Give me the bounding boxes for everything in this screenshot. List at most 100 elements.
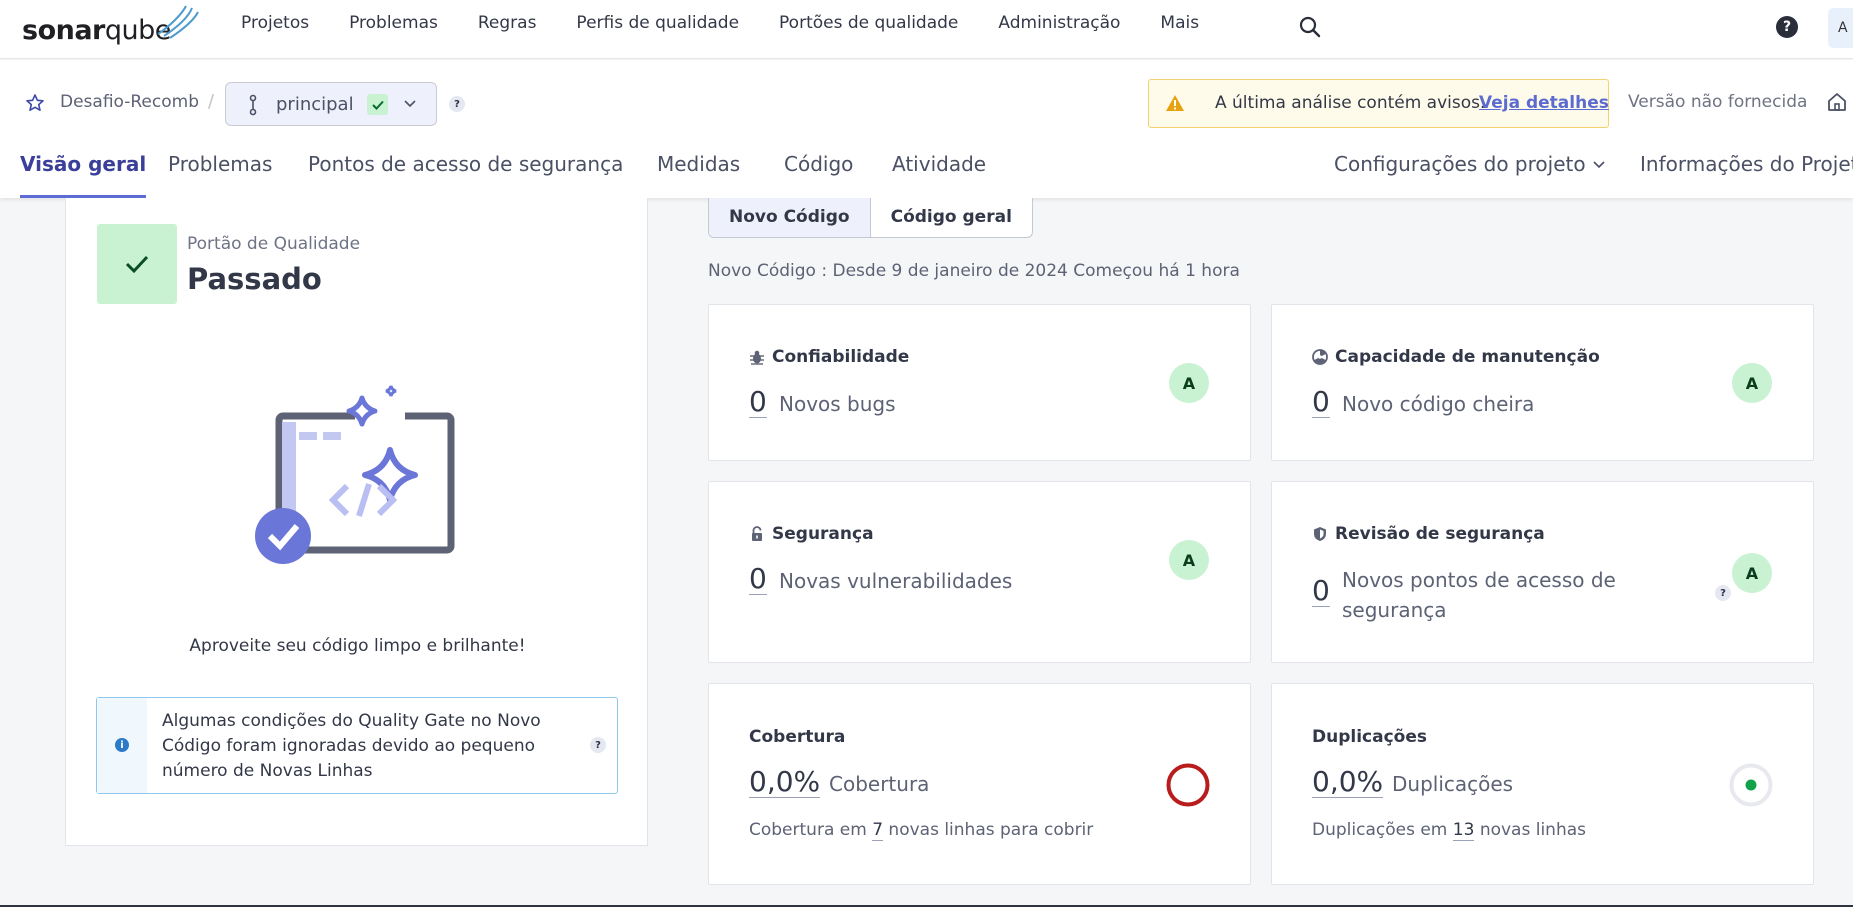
menu-rules[interactable]: Regras bbox=[478, 13, 537, 33]
quality-gate-info-help-icon[interactable]: ? bbox=[590, 737, 606, 753]
avatar[interactable]: A bbox=[1828, 8, 1853, 48]
security-rating-badge[interactable]: A bbox=[1169, 540, 1209, 580]
branch-selector[interactable]: principal bbox=[225, 82, 437, 126]
branch-name: principal bbox=[276, 94, 354, 115]
quality-gate-label: Portão de Qualidade bbox=[187, 234, 361, 254]
logo-text-bold: sonar bbox=[22, 15, 105, 46]
coverage-lines-count[interactable]: 7 bbox=[872, 820, 884, 841]
reliability-title: Confiabilidade bbox=[749, 347, 909, 367]
duplications-new-lines: Duplicações em 13 novas linhas bbox=[1312, 820, 1586, 841]
bug-icon bbox=[750, 350, 764, 365]
tab-code[interactable]: Código bbox=[784, 152, 853, 198]
maintainability-title: Capacidade de manutenção bbox=[1312, 347, 1600, 367]
tab-overview[interactable]: Visão geral bbox=[20, 152, 147, 198]
quality-gate-status: Passado bbox=[187, 262, 322, 296]
lock-icon bbox=[752, 526, 762, 541]
duplications-label: Duplicações bbox=[1392, 772, 1514, 796]
reliability-title-text: Confiabilidade bbox=[772, 347, 910, 367]
duplications-indicator-icon[interactable] bbox=[1728, 762, 1774, 808]
coverage-title: Cobertura bbox=[749, 727, 846, 747]
new-code-smells-label: Novo código cheira bbox=[1342, 392, 1535, 416]
warning-details-link[interactable]: Veja detalhes bbox=[1479, 93, 1609, 113]
info-icon: i bbox=[115, 738, 129, 752]
reliability-rating-badge[interactable]: A bbox=[1169, 363, 1209, 403]
main-menu: Projetos Problemas Regras Perfis de qual… bbox=[241, 13, 1239, 33]
menu-quality-gates[interactable]: Portões de qualidade bbox=[779, 13, 958, 33]
security-review-title-text: Revisão de segurança bbox=[1335, 524, 1545, 544]
duplications-value[interactable]: 0,0% bbox=[1312, 767, 1384, 798]
tab-measures[interactable]: Medidas bbox=[657, 152, 740, 198]
coverage-ring-icon[interactable] bbox=[1165, 762, 1211, 808]
new-code-overall-toggle: Novo Código Código geral bbox=[708, 198, 1033, 238]
security-title: Segurança bbox=[749, 524, 874, 544]
tab-activity[interactable]: Atividade bbox=[892, 152, 986, 198]
project-header: Desafio-Recomb / principal ? A última an… bbox=[0, 60, 1853, 198]
project-name-link[interactable]: Desafio-Recomb bbox=[60, 92, 199, 112]
new-code-period: Novo Código : Desde 9 de janeiro de 2024… bbox=[708, 261, 1240, 281]
duplications-lines-count[interactable]: 13 bbox=[1452, 820, 1475, 841]
security-review-card: Revisão de segurança 0 Novos pontos de a… bbox=[1271, 481, 1814, 663]
menu-projects[interactable]: Projetos bbox=[241, 13, 309, 33]
new-bugs-label: Novos bugs bbox=[779, 392, 896, 416]
overall-code-toggle-button[interactable]: Código geral bbox=[871, 198, 1032, 237]
duplications-title: Duplicações bbox=[1312, 727, 1427, 747]
coverage-sub-prefix: Cobertura em bbox=[749, 820, 867, 840]
home-icon[interactable] bbox=[1826, 91, 1848, 113]
coverage-card: Cobertura 0,0% Cobertura Cobertura em 7 … bbox=[708, 683, 1251, 885]
duplications-sub-suffix: novas linhas bbox=[1479, 820, 1586, 840]
logo-waves-icon bbox=[157, 5, 199, 39]
menu-administration[interactable]: Administração bbox=[998, 13, 1120, 33]
coverage-value[interactable]: 0,0% bbox=[749, 767, 821, 798]
coverage-sub-suffix: novas linhas para cobrir bbox=[888, 820, 1094, 840]
new-hotspots-label: Novos pontos de acesso de segurança bbox=[1342, 565, 1616, 625]
quality-gate-info-box: i Algumas condições do Quality Gate no N… bbox=[96, 697, 618, 794]
new-vulnerabilities-label: Novas vulnerabilidades bbox=[779, 569, 1013, 593]
security-card: Segurança 0 Novas vulnerabilidades A bbox=[708, 481, 1251, 663]
new-code-toggle-button[interactable]: Novo Código bbox=[709, 198, 871, 237]
menu-issues[interactable]: Problemas bbox=[349, 13, 438, 33]
warning-icon bbox=[1166, 95, 1184, 111]
maintainability-card: Capacidade de manutenção 0 Novo código c… bbox=[1271, 304, 1814, 461]
security-review-rating-badge[interactable]: A bbox=[1732, 553, 1772, 593]
new-hotspots-value[interactable]: 0 bbox=[1312, 576, 1330, 607]
help-icon[interactable]: ? bbox=[1776, 16, 1798, 38]
tab-project-info[interactable]: Informações do Projeto bbox=[1640, 152, 1853, 176]
check-icon bbox=[125, 255, 149, 274]
shield-icon bbox=[1314, 527, 1326, 541]
info-strip: i bbox=[97, 698, 147, 793]
chevron-down-icon bbox=[404, 100, 416, 108]
quality-gate-info-text: Algumas condições do Quality Gate no Nov… bbox=[162, 711, 541, 781]
new-code-smells-value[interactable]: 0 bbox=[1312, 387, 1330, 418]
analysis-warning-banner: A última análise contém avisos. Veja det… bbox=[1148, 79, 1609, 128]
clean-code-illustration-icon bbox=[255, 385, 455, 564]
tab-project-settings-label: Configurações do projeto bbox=[1334, 152, 1586, 176]
security-review-help-icon[interactable]: ? bbox=[1715, 585, 1731, 601]
clean-code-message: Aproveite seu código limpo e brilhante! bbox=[189, 636, 526, 656]
duplications-sub-prefix: Duplicações em bbox=[1312, 820, 1448, 840]
menu-quality-profiles[interactable]: Perfis de qualidade bbox=[576, 13, 739, 33]
maintainability-title-text: Capacidade de manutenção bbox=[1335, 347, 1600, 367]
sonarqube-logo[interactable]: sonarqube bbox=[22, 5, 199, 46]
tab-project-settings[interactable]: Configurações do projeto bbox=[1334, 152, 1606, 176]
favorite-star-icon[interactable] bbox=[25, 93, 45, 113]
warning-text: A última análise contém avisos. bbox=[1215, 93, 1486, 113]
quality-gate-panel: Portão de Qualidade Passado Aproveite se… bbox=[65, 198, 648, 846]
new-vulnerabilities-value[interactable]: 0 bbox=[749, 564, 767, 595]
tab-security-hotspots[interactable]: Pontos de acesso de segurança bbox=[308, 152, 623, 198]
new-hotspots-label-line2: segurança bbox=[1342, 598, 1447, 622]
chevron-down-icon bbox=[1593, 161, 1605, 169]
security-title-text: Segurança bbox=[772, 524, 874, 544]
branch-icon bbox=[249, 94, 257, 116]
maintainability-rating-badge[interactable]: A bbox=[1732, 363, 1772, 403]
new-bugs-value[interactable]: 0 bbox=[749, 387, 767, 418]
search-icon[interactable] bbox=[1298, 15, 1322, 39]
branch-status-check-icon bbox=[367, 94, 388, 115]
coverage-label: Cobertura bbox=[829, 772, 930, 796]
breadcrumb-separator: / bbox=[208, 91, 215, 112]
branch-help-icon[interactable]: ? bbox=[449, 96, 465, 112]
tab-issues[interactable]: Problemas bbox=[168, 152, 272, 198]
coverage-lines-to-cover: Cobertura em 7 novas linhas para cobrir bbox=[749, 820, 1094, 841]
version-label: Versão não fornecida bbox=[1628, 92, 1808, 112]
new-hotspots-label-line1: Novos pontos de acesso de bbox=[1342, 568, 1616, 592]
menu-more[interactable]: Mais bbox=[1160, 13, 1199, 33]
